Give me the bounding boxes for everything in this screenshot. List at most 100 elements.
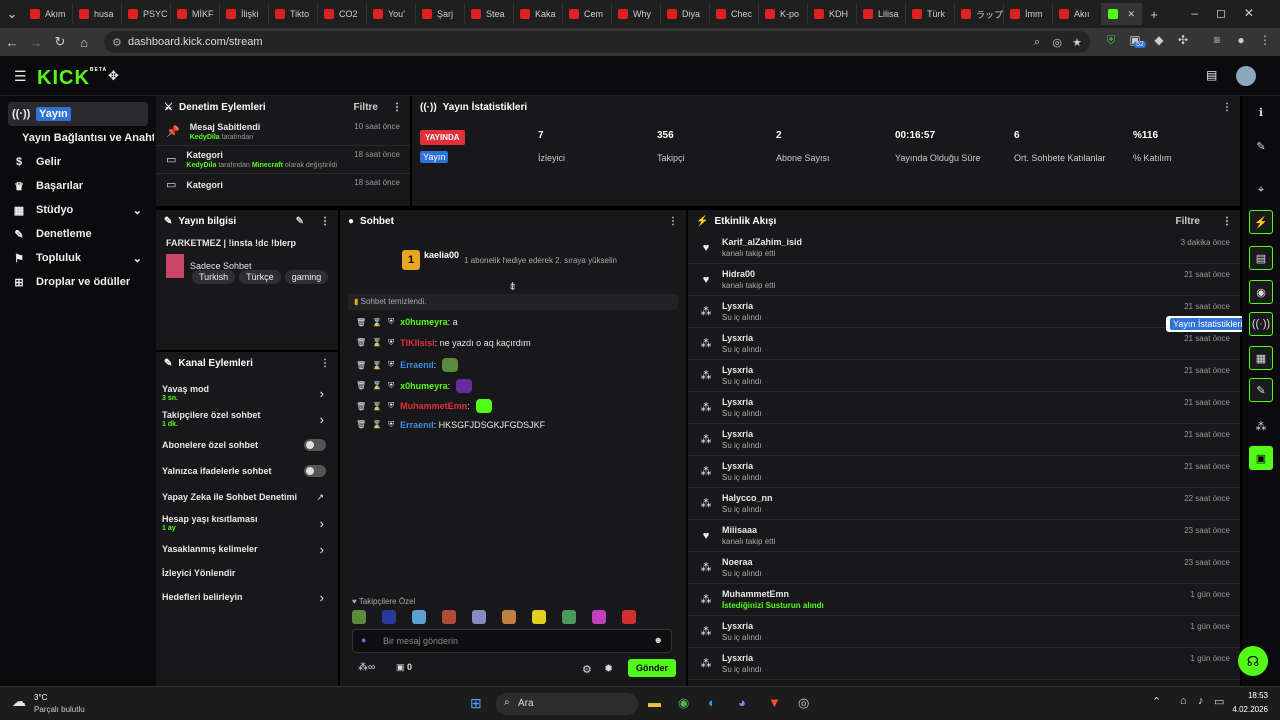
zoom-icon[interactable]: ⌕: [1034, 36, 1040, 49]
back-icon[interactable]: ←: [0, 35, 24, 50]
bolt-panel-icon[interactable]: ⚡: [1249, 210, 1273, 234]
shield-extension-icon[interactable]: ⛨: [1102, 33, 1120, 51]
browser-tab[interactable]: Türk: [906, 3, 955, 25]
browser-tab[interactable]: husa: [73, 3, 122, 25]
chrome-icon[interactable]: ◉: [678, 695, 689, 711]
forward-icon[interactable]: →: [24, 35, 48, 50]
profile-avatar[interactable]: ●: [1232, 33, 1250, 51]
timeout-icon[interactable]: ⌛: [372, 381, 382, 390]
activity-username[interactable]: Lysxria: [722, 397, 762, 407]
browser-tab[interactable]: Akıı: [1053, 3, 1102, 25]
activity-username[interactable]: Lysxria: [722, 461, 762, 471]
activity-username[interactable]: Noeraa: [722, 557, 762, 567]
window-controls[interactable]: –◻✕: [1191, 6, 1272, 20]
network-icon[interactable]: ⌂: [1180, 695, 1187, 707]
chat-username[interactable]: Erraenıl: [400, 420, 434, 430]
eye-off-icon[interactable]: ◎: [1052, 36, 1062, 49]
timeout-icon[interactable]: ⌛: [372, 420, 382, 429]
browser-tab[interactable]: Why: [612, 3, 661, 25]
diamond-extension-icon[interactable]: ◆: [1150, 33, 1168, 51]
new-tab-button[interactable]: +: [1142, 7, 1166, 22]
emote-shortcut[interactable]: [592, 610, 606, 624]
more-icon[interactable]: ⋮: [1222, 216, 1232, 227]
emote-shortcut[interactable]: [562, 610, 576, 624]
url-field[interactable]: ⚙ dashboard.kick.com/stream ⌕ ◎ ★: [104, 31, 1090, 53]
browser-tab[interactable]: Şarj: [416, 3, 465, 25]
more-icon[interactable]: ⋮: [320, 216, 330, 227]
external-link-icon[interactable]: ↗: [316, 492, 324, 503]
bookmark-star-icon[interactable]: ★: [1072, 36, 1082, 49]
file-explorer-icon[interactable]: ▬: [648, 695, 661, 710]
browser-tab[interactable]: ラップ: [955, 3, 1004, 25]
trash-icon[interactable]: 🗑: [356, 338, 366, 347]
sidebar-item-stream-key[interactable]: Yayın Bağlantısı ve Anahtarı: [0, 126, 156, 150]
chat-username[interactable]: MuhammetEmn: [400, 401, 467, 411]
chevron-right-icon[interactable]: ›: [320, 542, 324, 557]
browser-tab[interactable]: MİKF: [171, 3, 220, 25]
toggle-switch[interactable]: [304, 439, 326, 451]
browser-tab[interactable]: KDH: [808, 3, 857, 25]
channel-action-item[interactable]: Yasaklanmış kelimeler ›: [162, 536, 332, 562]
toggle-switch[interactable]: [304, 465, 326, 477]
more-icon[interactable]: ⋮: [392, 102, 402, 113]
discord-icon[interactable]: ◕: [738, 695, 746, 710]
chat-username[interactable]: x0humeyra: [400, 381, 448, 391]
stats-panel-icon[interactable]: ((·)): [1249, 312, 1273, 336]
browser-tab[interactable]: PSYC: [122, 3, 171, 25]
chat-username[interactable]: x0humeyra: [400, 317, 448, 327]
browser-tab[interactable]: Tikto: [269, 3, 318, 25]
activity-username[interactable]: Miiisaaa: [722, 525, 775, 535]
activity-username[interactable]: Lysxria: [722, 301, 762, 311]
points-icon[interactable]: ⁂∞: [358, 662, 375, 673]
extension-icon[interactable]: ▣ 52: [1126, 33, 1146, 51]
trash-icon[interactable]: 🗑: [356, 420, 366, 429]
channel-action-item[interactable]: Yapay Zeka ile Sohbet Denetimi ↗: [162, 484, 332, 510]
emoji-icon[interactable]: ☻: [654, 635, 663, 645]
browser-tab[interactable]: Diya: [661, 3, 710, 25]
emote-shortcut[interactable]: [502, 610, 516, 624]
emote-shortcut[interactable]: [472, 610, 486, 624]
filter-button[interactable]: Filtre: [354, 102, 378, 113]
edge-icon[interactable]: ◐: [708, 695, 716, 710]
chat-username[interactable]: Erraenıl: [400, 360, 434, 370]
chevron-right-icon[interactable]: ›: [320, 590, 324, 605]
document-panel-icon[interactable]: ▤: [1249, 246, 1273, 270]
activity-username[interactable]: Lysxria: [722, 429, 762, 439]
user-avatar[interactable]: [1236, 66, 1256, 86]
chevron-right-icon[interactable]: ›: [320, 412, 324, 427]
edit-icon[interactable]: ✎: [296, 216, 304, 227]
activity-username[interactable]: Hidra00: [722, 269, 775, 279]
more-icon[interactable]: ⋮: [668, 216, 678, 227]
sidebar-item-stream[interactable]: ((·)) Yayın: [8, 102, 148, 126]
activity-username[interactable]: Lysxria: [722, 365, 762, 375]
sidebar-item-achievements[interactable]: ♛ Başarılar: [0, 174, 156, 198]
emote-shortcut[interactable]: [442, 610, 456, 624]
channel-action-item[interactable]: Abonelere özel sohbet: [162, 432, 332, 458]
tray-chevron-icon[interactable]: ⌃: [1152, 695, 1161, 708]
sidebar-item-revenue[interactable]: $ Gelir: [0, 150, 156, 174]
emote-shortcut[interactable]: [352, 610, 366, 624]
chat-input[interactable]: ● Bir mesaj gönderin ☻: [352, 629, 672, 653]
sidebar-item-moderation[interactable]: ✎ Denetleme: [0, 222, 156, 246]
site-info-icon[interactable]: ⚙: [112, 36, 122, 49]
add-panel-icon[interactable]: ▣: [1249, 446, 1273, 470]
steam-icon[interactable]: ◎: [798, 695, 809, 711]
channel-action-item[interactable]: İzleyici Yönlendir: [162, 562, 332, 584]
clock-time[interactable]: 18:53: [1232, 691, 1268, 700]
pencil-icon[interactable]: ✎: [1249, 134, 1273, 158]
browser-tab[interactable]: Kaka: [514, 3, 563, 25]
media-icon[interactable]: ≡: [1208, 33, 1226, 51]
start-icon[interactable]: ⊞: [470, 695, 482, 712]
send-button[interactable]: Gönder: [628, 659, 677, 677]
activity-username[interactable]: MuhammetEmn: [722, 589, 824, 599]
collapse-icon[interactable]: ⇟: [508, 280, 517, 293]
browser-tab[interactable]: Lilisa: [857, 3, 906, 25]
points-panel-icon[interactable]: ⁂: [1249, 414, 1273, 438]
emote-shortcut[interactable]: [412, 610, 426, 624]
browser-tab[interactable]: Akım: [24, 3, 73, 25]
browser-tab[interactable]: İmm: [1004, 3, 1053, 25]
browser-tab[interactable]: You': [367, 3, 416, 25]
trash-icon[interactable]: 🗑: [356, 402, 366, 411]
chevron-right-icon[interactable]: ›: [320, 386, 324, 401]
browser-tab-active[interactable]: ✕: [1102, 3, 1142, 25]
